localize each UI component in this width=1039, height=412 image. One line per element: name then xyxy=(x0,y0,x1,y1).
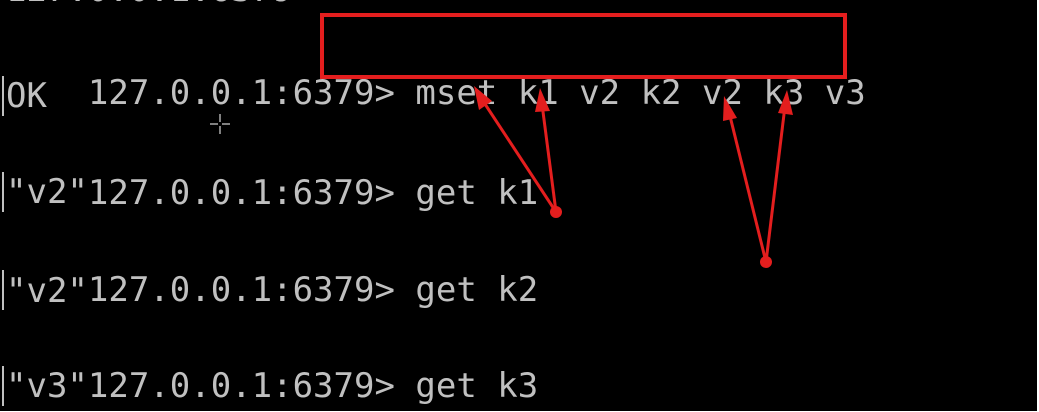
terminal-output-value: "v2" xyxy=(6,172,88,212)
prompt: 127.0.0.1:6379> xyxy=(87,366,395,406)
prompt: 127.0.0.1:6379> xyxy=(87,270,395,310)
command-text: get k2 xyxy=(394,270,539,310)
arrow-origin-dot xyxy=(550,206,562,218)
terminal-output-ok: OK xyxy=(6,76,47,116)
terminal-line-get-k3: 127.0.0.1:6379> get k3 xyxy=(6,314,538,406)
arrow-origin-dot xyxy=(760,256,772,268)
highlight-box xyxy=(320,13,847,79)
text-cursor xyxy=(2,76,4,116)
terminal-output-value: "v2" xyxy=(6,271,88,311)
prompt: 127.0.0.1:6379> xyxy=(87,173,395,213)
terminal-line-get-k1: 127.0.0.1:6379> get k1 xyxy=(6,121,538,213)
text-cursor xyxy=(2,172,4,212)
terminal-line-get-k2: 127.0.0.1:6379> get k2 xyxy=(6,218,538,310)
terminal-output-value: "v3" xyxy=(6,366,88,406)
command-text: mset k1 v2 k2 v2 k3 v3 xyxy=(394,73,866,113)
text-cursor xyxy=(2,366,4,406)
prompt: 127.0.0.1:6379> xyxy=(87,73,395,113)
red-arrow-icon xyxy=(723,96,768,263)
terminal-window[interactable]: 127.0.0.1:6379> 127.0.0.1:6379> mset k1 … xyxy=(0,0,1037,411)
crosshair-cursor-icon xyxy=(210,114,230,134)
command-text: get k3 xyxy=(394,366,539,406)
command-text: get k1 xyxy=(394,173,539,213)
text-cursor xyxy=(2,270,4,310)
terminal-line-previous: 127.0.0.1:6379> xyxy=(6,0,313,14)
